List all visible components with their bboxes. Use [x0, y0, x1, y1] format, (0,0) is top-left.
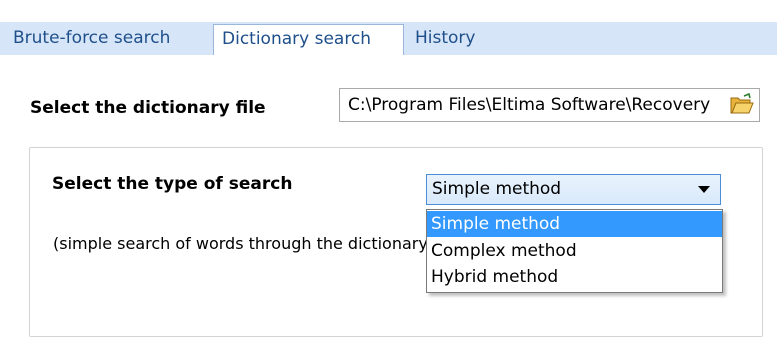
tab-brute-force-search[interactable]: Brute-force search	[13, 24, 170, 55]
search-type-label: Select the type of search	[52, 174, 293, 194]
dictionary-path-field[interactable]: C:\Program Files\Eltima Software\Recover…	[339, 88, 760, 122]
chevron-down-icon[interactable]	[698, 186, 710, 193]
search-type-dropdown-list[interactable]: Simple method Complex method Hybrid meth…	[426, 209, 723, 293]
search-type-selected-value[interactable]: Simple method	[432, 175, 561, 204]
dictionary-file-label: Select the dictionary file	[30, 98, 266, 118]
tab-dictionary-search[interactable]: Dictionary search	[213, 24, 404, 55]
option-simple-method[interactable]: Simple method	[427, 211, 722, 237]
option-complex-method[interactable]: Complex method	[427, 238, 722, 264]
dictionary-path-value[interactable]: C:\Program Files\Eltima Software\Recover…	[348, 89, 730, 121]
folder-open-icon[interactable]	[729, 92, 755, 117]
search-type-select[interactable]: Simple method	[426, 174, 721, 205]
option-hybrid-method[interactable]: Hybrid method	[427, 264, 722, 290]
search-description: (simple search of words through the dict…	[53, 234, 426, 253]
top-strip	[0, 0, 777, 22]
tab-history[interactable]: History	[415, 24, 475, 55]
